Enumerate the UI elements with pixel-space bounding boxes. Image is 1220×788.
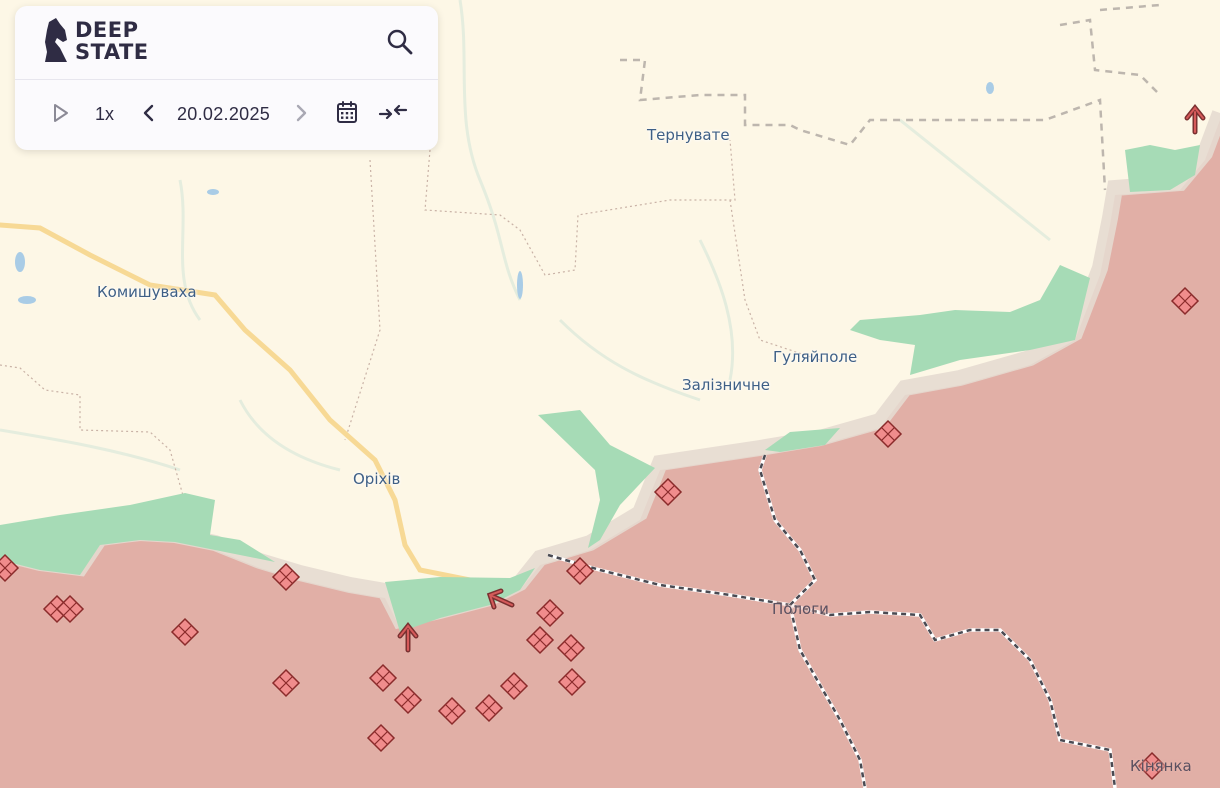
current-date[interactable]: 20.02.2025 <box>177 104 270 125</box>
calendar-icon <box>337 101 357 123</box>
panel-header: DEEP STATE <box>15 6 438 80</box>
play-icon <box>54 104 68 122</box>
place-label-polohy: Пологи <box>772 600 829 618</box>
control-panel: DEEP STATE 1x 20.02.2025 <box>15 6 438 150</box>
logo-line-1: DEEP <box>75 18 139 42</box>
search-button[interactable] <box>386 28 414 56</box>
timeline-controls: 1x 20.02.2025 <box>15 80 438 150</box>
deepstate-logo[interactable]: DEEP STATE <box>43 18 149 64</box>
place-label-komyshuvakha: Комишуваха <box>97 283 197 301</box>
calendar-button[interactable] <box>336 100 358 129</box>
compare-button[interactable] <box>378 100 408 129</box>
search-icon <box>387 29 413 55</box>
prev-date-button[interactable] <box>141 102 157 129</box>
next-date-button[interactable] <box>293 102 309 129</box>
place-label-ternuvate: Тернувате <box>647 126 730 144</box>
place-label-kinianka: Кінянка <box>1130 757 1192 775</box>
logo-line-2: STATE <box>75 40 149 64</box>
logo-text: DEEP STATE <box>75 19 149 63</box>
place-label-huliaipole: Гуляйполе <box>773 348 858 366</box>
chevron-right-icon <box>296 104 307 122</box>
chevron-left-icon <box>143 104 154 122</box>
collapse-arrows-icon <box>378 104 408 120</box>
play-button[interactable] <box>51 102 71 129</box>
speed-selector[interactable]: 1x <box>95 104 114 125</box>
knight-icon <box>45 18 67 62</box>
place-label-orikhiv: Оріхів <box>353 470 401 488</box>
place-label-zaliznychne: Залізничне <box>682 376 770 394</box>
